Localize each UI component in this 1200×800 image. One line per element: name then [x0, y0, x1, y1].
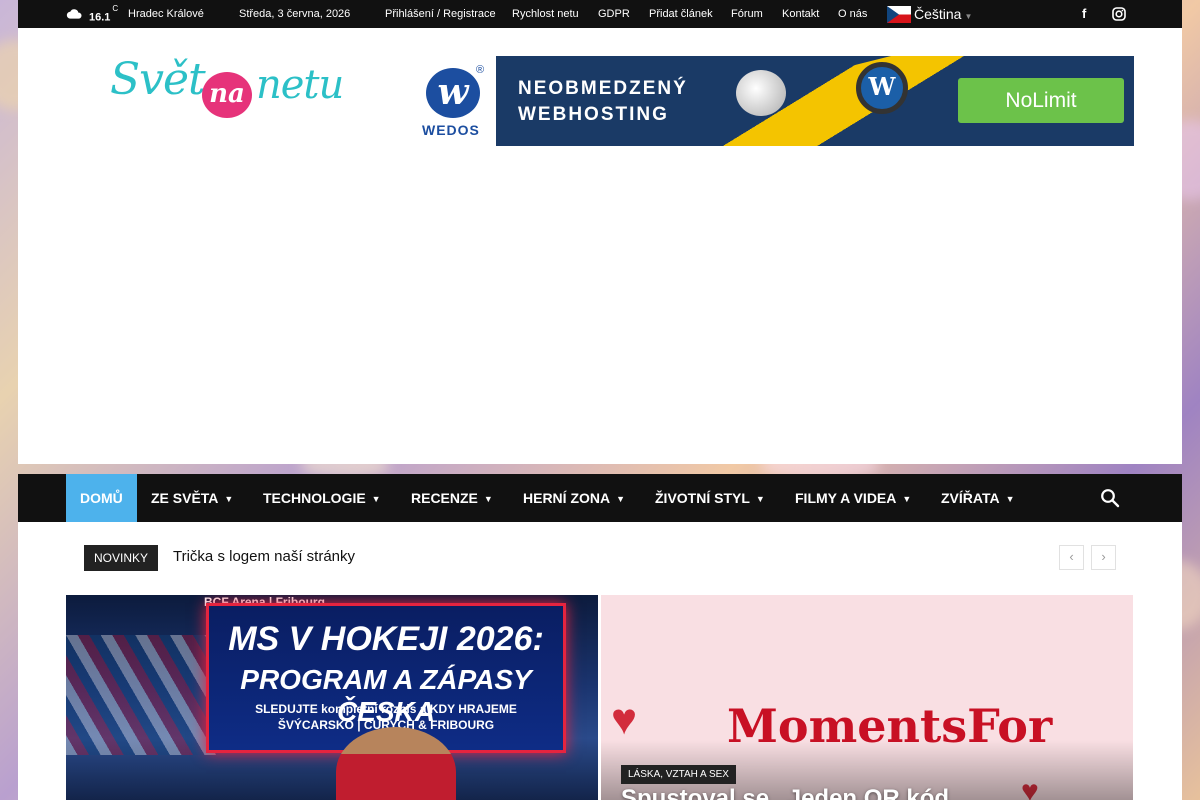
nav-label: ZE SVĚTA: [151, 490, 219, 506]
chevron-down-icon: ▼: [224, 494, 234, 504]
language-selector[interactable]: Čeština ▼: [914, 0, 972, 28]
wedos-brand: WEDOS: [422, 122, 480, 138]
wedos-mark-icon: w: [426, 68, 480, 118]
site-header: Svět na netu w ® WEDOS W NEOBMEDZENÝ WEB…: [18, 28, 1182, 464]
add-article-link[interactable]: Přidat článek: [649, 0, 713, 28]
wedos-logo: w ® WEDOS: [414, 56, 496, 146]
flag-stripes-decoration: [66, 635, 216, 755]
temperature: 16.1C: [89, 4, 119, 24]
card-image-line-3: SLEDUJTE kompletní rozpis a KDY HRAJEME: [255, 702, 517, 716]
current-date: Středa, 3 června, 2026: [239, 8, 351, 20]
chevron-down-icon: ▼: [371, 494, 381, 504]
main-nav: DOMŮ ZE SVĚTA ▼ TECHNOLOGIE ▼ RECENZE ▼ HER…: [18, 474, 1182, 522]
language-label: Čeština: [914, 6, 962, 22]
nav-label: HERNÍ ZONA: [523, 490, 611, 506]
ad-banner[interactable]: w ® WEDOS W NEOBMEDZENÝ WEBHOSTING NoLim…: [414, 56, 1134, 146]
chevron-down-icon: ▼: [755, 494, 765, 504]
logo-word-svet: Svět: [110, 54, 206, 105]
card-title[interactable]: Spustoval se „Jeden QR kód: [621, 785, 949, 800]
nav-label: TECHNOLOGIE: [263, 490, 366, 506]
contact-link[interactable]: Kontakt: [782, 0, 819, 28]
gdpr-link[interactable]: GDPR: [598, 0, 630, 28]
featured-card-moments[interactable]: ♥ ♥ MomentsFor LÁSKA, VZTAH A SEX Spusto…: [601, 595, 1133, 800]
nav-label: ZVÍŘATA: [941, 490, 1000, 506]
news-ticker-headline[interactable]: Trička s logem naší stránky: [173, 548, 355, 565]
instagram-icon[interactable]: [1112, 7, 1126, 21]
chevron-down-icon: ▼: [1005, 494, 1015, 504]
banner-headline: NEOBMEDZENÝ WEBHOSTING: [518, 76, 688, 128]
category-badge[interactable]: LÁSKA, VZTAH A SEX: [621, 765, 736, 784]
card-image-line-1: MS V HOKEJI 2026:: [228, 620, 544, 658]
search-icon[interactable]: [1100, 488, 1120, 508]
facebook-icon[interactable]: f: [1082, 0, 1086, 28]
wordpress-icon: W: [856, 62, 908, 114]
helmet-illustration: [736, 70, 786, 116]
registered-mark: ®: [476, 64, 485, 76]
logo-word-na: na: [202, 72, 252, 118]
banner-line-1: NEOBMEDZENÝ: [518, 78, 688, 99]
nav-item-lifestyle[interactable]: ŽIVOTNÍ STYL ▼: [655, 474, 765, 522]
nav-item-home[interactable]: DOMŮ: [66, 474, 137, 522]
nav-label: FILMY A VIDEA: [795, 490, 897, 506]
news-ticker-label: NOVINKY: [84, 545, 159, 571]
ticker-next-button[interactable]: ›: [1091, 545, 1116, 570]
czech-flag-icon: [887, 6, 911, 23]
site-logo[interactable]: Svět na netu: [110, 52, 350, 132]
nav-item-reviews[interactable]: RECENZE ▼: [411, 474, 493, 522]
nav-item-movies[interactable]: FILMY A VIDEA ▼: [795, 474, 911, 522]
weather-city: Hradec Králové: [128, 8, 204, 20]
ticker-prev-button[interactable]: ‹: [1059, 545, 1084, 570]
nolimit-button[interactable]: NoLimit: [958, 78, 1124, 123]
chevron-down-icon: ▼: [902, 494, 912, 504]
nav-label: RECENZE: [411, 490, 478, 506]
heart-icon: ♥: [611, 695, 638, 744]
caret-down-icon: ▼: [964, 12, 973, 21]
banner-artwork: W NEOBMEDZENÝ WEBHOSTING NoLimit: [496, 56, 1134, 146]
top-bar: 16.1C Hradec Králové Středa, 3 června, 2…: [18, 0, 1182, 28]
featured-card-hockey[interactable]: BCF Arena | Fribourg MS V HOKEJI 2026: P…: [66, 595, 598, 800]
login-register-link[interactable]: Přihlášení / Registrace: [385, 0, 496, 28]
nav-label: ŽIVOTNÍ STYL: [655, 490, 750, 506]
cloud-icon: [66, 9, 82, 19]
nav-item-world[interactable]: ZE SVĚTA ▼: [151, 474, 233, 522]
banner-line-2: WEBHOSTING: [518, 104, 669, 125]
chevron-down-icon: ▼: [483, 494, 493, 504]
chevron-down-icon: ▼: [616, 494, 626, 504]
nav-item-gaming[interactable]: HERNÍ ZONA ▼: [523, 474, 625, 522]
forum-link[interactable]: Fórum: [731, 0, 763, 28]
speed-test-link[interactable]: Rychlost netu: [512, 0, 579, 28]
temperature-unit: C: [112, 4, 119, 13]
about-link[interactable]: O nás: [838, 0, 867, 28]
nav-item-animals[interactable]: ZVÍŘATA ▼: [941, 474, 1015, 522]
nav-item-technology[interactable]: TECHNOLOGIE ▼: [263, 474, 381, 522]
logo-word-netu: netu: [256, 62, 344, 108]
